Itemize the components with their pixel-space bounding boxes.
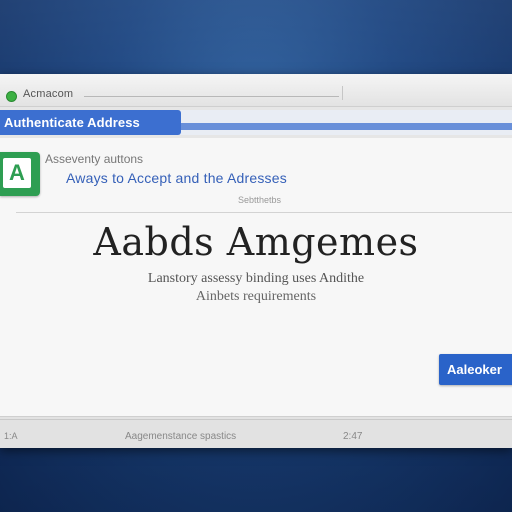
title-bar: Acmacom xyxy=(0,74,512,107)
divider xyxy=(16,212,512,213)
title-divider xyxy=(84,96,339,97)
main-content: A Asseventy auttons Aways to Accept and … xyxy=(0,138,512,416)
primary-action-button[interactable]: Aaleoker xyxy=(439,354,512,385)
small-caption: Sebtthetbs xyxy=(238,195,282,205)
status-right-text: 2:47 xyxy=(343,431,363,442)
status-middle-text: Aagemenstance spastics xyxy=(125,431,237,442)
page-title: Aabds Amgemes xyxy=(93,220,419,264)
description-line-1: Lanstory assessy binding uses Andithe xyxy=(147,271,365,286)
tab-strip xyxy=(181,123,512,130)
breadcrumb[interactable]: Asseventy auttons xyxy=(45,152,143,166)
title-tick xyxy=(342,86,343,100)
subtitle-link[interactable]: Aways to Accept and the Adresses xyxy=(66,170,287,186)
status-divider xyxy=(0,419,512,420)
status-bar: 1:A Aagemenstance spastics 2:47 xyxy=(0,416,512,448)
window-status-icon[interactable] xyxy=(6,91,17,102)
tab-label: Authenticate Address xyxy=(4,115,140,130)
status-left-text: 1:A xyxy=(4,431,18,441)
app-logo[interactable]: A xyxy=(0,152,40,196)
description-line-2: Ainbets requirements xyxy=(195,289,317,304)
tab-authenticate-address[interactable]: Authenticate Address xyxy=(0,110,181,135)
logo-letter-icon: A xyxy=(3,158,31,188)
tab-bar: Authenticate Address xyxy=(0,110,512,135)
app-window: Acmacom Authenticate Address A Asseventy… xyxy=(0,74,512,448)
window-title: Acmacom xyxy=(23,88,74,100)
